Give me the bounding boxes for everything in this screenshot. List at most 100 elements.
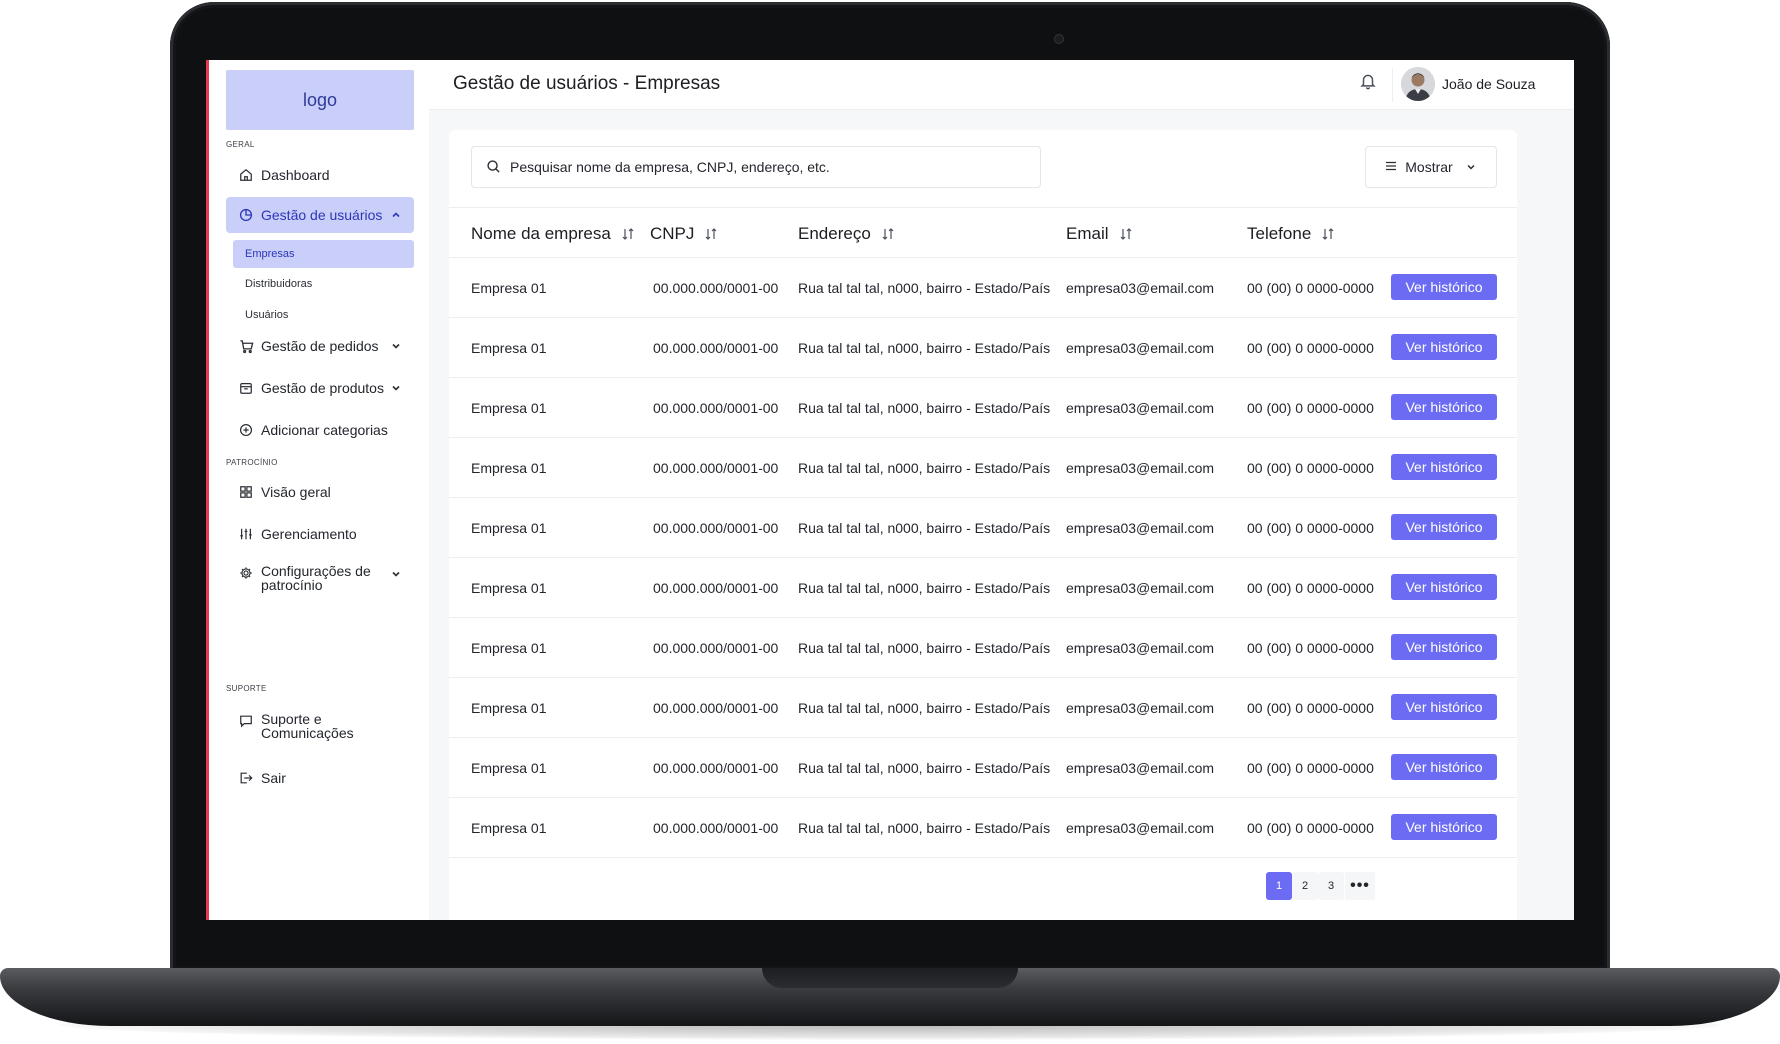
- view-history-button[interactable]: Ver histórico: [1391, 634, 1497, 660]
- sort-icon[interactable]: [621, 227, 635, 241]
- sort-icon[interactable]: [1321, 227, 1335, 241]
- view-history-button[interactable]: Ver histórico: [1391, 694, 1497, 720]
- cell-phone: 00 (00) 0 0000-0000: [1247, 759, 1374, 776]
- cell-address: Rua tal tal tal, n000, bairro - Estado/P…: [798, 519, 1051, 536]
- cell-address: Rua tal tal tal, n000, bairro - Estado/P…: [798, 579, 1051, 596]
- cell-phone: 00 (00) 0 0000-0000: [1247, 519, 1374, 536]
- search-input[interactable]: [510, 159, 1040, 175]
- sidebar-item-sponsorship-settings[interactable]: Configurações de patrocínio: [226, 558, 414, 602]
- gear-icon: [238, 565, 254, 581]
- column-header-cnpj[interactable]: CNPJ: [650, 222, 718, 246]
- search-icon: [486, 159, 502, 175]
- chat-icon: [238, 713, 254, 729]
- view-history-button[interactable]: Ver histórico: [1391, 574, 1497, 600]
- sidebar-item-orders[interactable]: Gestão de pedidos: [226, 328, 414, 364]
- page-1-button[interactable]: 1: [1266, 872, 1292, 900]
- page-title: Gestão de usuários - Empresas: [453, 73, 721, 94]
- cell-email: empresa03@email.com: [1066, 519, 1215, 536]
- sidebar-item-logout[interactable]: Sair: [226, 760, 414, 796]
- sidebar-item-label: Dashboard: [261, 167, 330, 183]
- sidebar-item-products[interactable]: Gestão de produtos: [226, 370, 414, 406]
- laptop-notch: [762, 968, 1018, 988]
- avatar[interactable]: [1401, 67, 1435, 101]
- sidebar-item-label: Gestão de usuários: [261, 207, 383, 223]
- sliders-icon: [238, 526, 254, 542]
- chevron-down-icon: [1465, 161, 1477, 173]
- cell-phone: 00 (00) 0 0000-0000: [1247, 819, 1374, 836]
- more-pages-button[interactable]: •••: [1345, 872, 1375, 900]
- sidebar-item-dashboard[interactable]: Dashboard: [226, 157, 414, 193]
- table-row: Empresa 01 00.000.000/0001-00 Rua tal tal …: [449, 798, 1517, 858]
- sidebar-item-support[interactable]: Suporte e Comunicações: [226, 706, 414, 750]
- sidebar-item-label: Sair: [261, 770, 286, 786]
- table-row: Empresa 01 00.000.000/0001-00 Rua tal tal …: [449, 258, 1517, 318]
- cell-address: Rua tal tal tal, n000, bairro - Estado/P…: [798, 759, 1051, 776]
- sidebar-item-overview[interactable]: Visão geral: [226, 474, 414, 510]
- cell-address: Rua tal tal tal, n000, bairro - Estado/P…: [798, 639, 1051, 656]
- plus-circle-icon: [238, 422, 254, 438]
- column-header-address[interactable]: Endereço: [798, 222, 895, 246]
- cell-phone: 00 (00) 0 0000-0000: [1247, 459, 1374, 476]
- cell-cnpj: 00.000.000/0001-00: [653, 459, 779, 476]
- cell-cnpj: 00.000.000/0001-00: [653, 639, 779, 656]
- view-history-button[interactable]: Ver histórico: [1391, 754, 1497, 780]
- cell-phone: 00 (00) 0 0000-0000: [1247, 279, 1374, 296]
- cell-email: empresa03@email.com: [1066, 579, 1215, 596]
- view-history-button[interactable]: Ver histórico: [1391, 334, 1497, 360]
- cell-company: Empresa 01: [471, 579, 547, 596]
- cell-cnpj: 00.000.000/0001-00: [653, 399, 779, 416]
- logout-icon: [238, 770, 254, 786]
- cell-company: Empresa 01: [471, 339, 547, 356]
- cell-phone: 00 (00) 0 0000-0000: [1247, 699, 1374, 716]
- cell-email: empresa03@email.com: [1066, 279, 1215, 296]
- page-3-button[interactable]: 3: [1318, 872, 1344, 900]
- section-label-sponsorship: PATROCÍNIO: [226, 458, 278, 467]
- cell-company: Empresa 01: [471, 519, 547, 536]
- logo: logo: [226, 70, 414, 130]
- page-2-button[interactable]: 2: [1292, 872, 1318, 900]
- cell-company: Empresa 01: [471, 759, 547, 776]
- bell-icon[interactable]: [1359, 72, 1379, 92]
- camera: [1054, 34, 1064, 44]
- app-screen: logo GERAL Dashboard Gestão de usuários …: [206, 60, 1574, 920]
- column-header-label: Nome da empresa: [471, 224, 611, 243]
- column-header-email[interactable]: Email: [1066, 222, 1133, 246]
- sort-icon[interactable]: [704, 227, 718, 241]
- sidebar-item-add-categories[interactable]: Adicionar categorias: [226, 412, 414, 448]
- cell-address: Rua tal tal tal, n000, bairro - Estado/P…: [798, 699, 1051, 716]
- view-history-button[interactable]: Ver histórico: [1391, 274, 1497, 300]
- view-history-button[interactable]: Ver histórico: [1391, 514, 1497, 540]
- home-icon: [238, 167, 254, 183]
- view-history-button[interactable]: Ver histórico: [1391, 814, 1497, 840]
- cell-cnpj: 00.000.000/0001-00: [653, 519, 779, 536]
- box-icon: [238, 380, 254, 396]
- sidebar-subitem-distributors[interactable]: Distribuidoras: [233, 270, 410, 298]
- cell-phone: 00 (00) 0 0000-0000: [1247, 399, 1374, 416]
- top-header: Gestão de usuários - Empresas João de So…: [429, 60, 1574, 110]
- cell-company: Empresa 01: [471, 819, 547, 836]
- sidebar-item-label: Configurações de: [261, 563, 371, 579]
- cell-address: Rua tal tal tal, n000, bairro - Estado/P…: [798, 279, 1051, 296]
- column-header-company[interactable]: Nome da empresa: [471, 222, 635, 246]
- grid-icon: [238, 484, 254, 500]
- view-history-button[interactable]: Ver histórico: [1391, 454, 1497, 480]
- show-columns-button[interactable]: Mostrar: [1365, 146, 1497, 188]
- cell-phone: 00 (00) 0 0000-0000: [1247, 579, 1374, 596]
- cell-email: empresa03@email.com: [1066, 759, 1215, 776]
- sort-icon[interactable]: [1119, 227, 1133, 241]
- chevron-up-icon: [390, 209, 402, 221]
- sidebar-item-management[interactable]: Gerenciamento: [226, 516, 414, 552]
- search-box[interactable]: [471, 146, 1041, 188]
- cell-company: Empresa 01: [471, 639, 547, 656]
- view-history-button[interactable]: Ver histórico: [1391, 394, 1497, 420]
- sidebar-subitem-users[interactable]: Usuários: [233, 301, 410, 329]
- table-row: Empresa 01 00.000.000/0001-00 Rua tal tal …: [449, 438, 1517, 498]
- sidebar-item-label: Visão geral: [261, 484, 331, 500]
- sidebar-item-user-management[interactable]: Gestão de usuários: [226, 197, 414, 233]
- user-name[interactable]: João de Souza: [1442, 76, 1535, 92]
- sidebar-item-label: Gestão de pedidos: [261, 338, 379, 354]
- sort-icon[interactable]: [881, 227, 895, 241]
- sidebar-subitem-companies[interactable]: Empresas: [233, 240, 414, 268]
- column-header-phone[interactable]: Telefone: [1247, 222, 1335, 246]
- cell-address: Rua tal tal tal, n000, bairro - Estado/P…: [798, 459, 1051, 476]
